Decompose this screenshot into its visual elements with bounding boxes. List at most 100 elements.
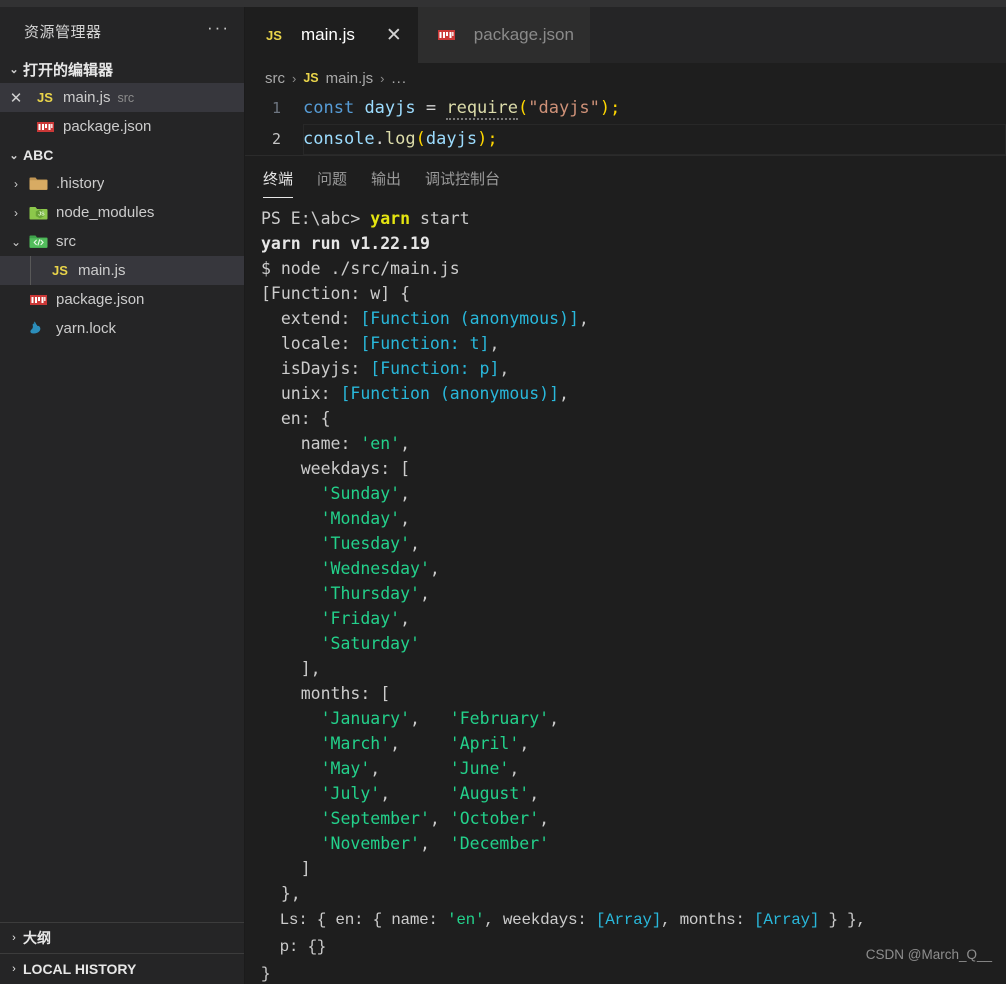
token-paren: ) xyxy=(599,98,611,118)
terminal-comma: , xyxy=(370,759,381,778)
yarn-lock-icon xyxy=(27,320,49,337)
terminal-month-item: 'December' xyxy=(449,834,550,853)
breadcrumb-folder[interactable]: src xyxy=(265,70,285,87)
breadcrumb-symbols[interactable]: ... xyxy=(392,70,408,87)
code-line-content: console.log(dayjs); xyxy=(303,124,498,155)
folder-node-modules-icon: JS xyxy=(27,205,49,221)
token-paren: ( xyxy=(415,129,426,149)
terminal-key-en: en: { xyxy=(261,409,331,428)
tab-output[interactable]: 输出 xyxy=(371,168,401,198)
open-editor-item-package-json[interactable]: package.json xyxy=(0,112,244,141)
token-object: console xyxy=(303,129,375,149)
tab-package-json[interactable]: package.json xyxy=(417,7,590,63)
terminal-en-close: }, xyxy=(261,884,301,903)
tree-item-package-json[interactable]: package.json xyxy=(0,285,244,314)
token-keyword: const xyxy=(303,98,355,118)
section-outline[interactable]: › 大纲 xyxy=(0,922,244,953)
terminal-ls-array: [Array] xyxy=(754,911,820,929)
token-paren: ( xyxy=(518,98,529,118)
terminal-ls-prefix: Ls: { en: { name: xyxy=(261,911,448,929)
tab-debug-console[interactable]: 调试控制台 xyxy=(425,168,500,198)
terminal-comma: , xyxy=(429,809,440,828)
npm-file-icon xyxy=(34,121,56,132)
token-function: require xyxy=(446,98,518,120)
terminal-weekdays-close: ], xyxy=(261,659,321,678)
terminal-weekday-item: 'Thursday' xyxy=(320,584,420,603)
token-argument: dayjs xyxy=(425,129,478,149)
terminal-weekday-item: 'Saturday' xyxy=(320,634,420,653)
terminal-weekday-item: 'Friday' xyxy=(320,609,401,628)
section-local-history[interactable]: › LOCAL HISTORY xyxy=(0,953,244,984)
terminal-month-item: 'April' xyxy=(449,734,520,753)
terminal-ls-array: [Array] xyxy=(595,911,662,929)
title-bar-strip xyxy=(0,0,1006,7)
terminal-weekday-item: 'Wednesday' xyxy=(320,559,430,578)
tab-label: main.js xyxy=(301,25,355,44)
close-icon[interactable]: ✕ xyxy=(5,89,27,107)
terminal-key-months: months: [ xyxy=(261,684,391,703)
terminal-key-unix: unix: xyxy=(261,384,341,403)
js-file-icon: JS xyxy=(266,27,282,43)
terminal-close-brace: } xyxy=(261,965,271,983)
terminal-value-locale: [Function: t] xyxy=(360,334,490,353)
section-workspace-abc[interactable]: ⌄ ABC xyxy=(0,141,244,169)
explorer-title-row: 资源管理器 ··· xyxy=(0,7,244,55)
token-semicolon: ; xyxy=(487,129,498,149)
breadcrumb-file[interactable]: main.js xyxy=(326,70,374,87)
terminal-months-close: ] xyxy=(261,859,311,878)
terminal-comma: , xyxy=(529,784,540,803)
terminal-comma: , xyxy=(419,834,430,853)
tree-item-main-js[interactable]: JS main.js xyxy=(0,256,244,285)
token-semicolon: ; xyxy=(610,98,621,118)
terminal-month-item: 'September' xyxy=(320,809,430,828)
tree-item-yarn-lock[interactable]: yarn.lock xyxy=(0,314,244,343)
terminal-comma: , xyxy=(539,809,550,828)
terminal-comma: , xyxy=(410,709,420,728)
terminal-output[interactable]: PS E:\abc> yarn start yarn run v1.22.19 … xyxy=(245,200,1006,984)
terminal-ls-suffix: } }, xyxy=(819,911,866,929)
terminal-month-item: 'May' xyxy=(320,759,371,778)
breadcrumb: src › JS main.js › ... xyxy=(245,63,1006,93)
terminal-month-item: 'January' xyxy=(320,709,411,728)
token-variable: dayjs xyxy=(364,98,416,118)
code-editor[interactable]: 1 const dayjs = require("dayjs"); 2 cons… xyxy=(245,93,1006,155)
section-workspace-label: ABC xyxy=(23,147,54,163)
editor-tab-bar: JS main.js ✕ package.json xyxy=(245,7,1006,63)
tab-terminal[interactable]: 终端 xyxy=(263,168,294,198)
terminal-weekday-item: 'Sunday' xyxy=(320,484,401,503)
section-local-history-label: LOCAL HISTORY xyxy=(23,961,137,977)
chevron-right-icon: › xyxy=(14,205,18,220)
chevron-right-icon: › xyxy=(14,176,18,191)
code-line-2: 2 console.log(dayjs); xyxy=(245,124,1006,155)
terminal-comma: , xyxy=(519,734,530,753)
terminal-prompt: PS E:\abc> xyxy=(261,209,371,228)
terminal-key-name: name: xyxy=(261,434,361,453)
open-editor-item-main-js[interactable]: ✕ JS main.js src xyxy=(0,83,244,112)
tab-main-js[interactable]: JS main.js ✕ xyxy=(245,7,418,63)
tree-item-src[interactable]: ⌄ src xyxy=(0,227,244,256)
chevron-right-icon: › xyxy=(12,963,16,975)
tree-item-label: main.js xyxy=(78,262,126,279)
tree-item-history[interactable]: › .history xyxy=(0,169,244,198)
close-icon[interactable]: ✕ xyxy=(386,26,402,45)
token-method: log xyxy=(384,129,416,149)
terminal-command: yarn xyxy=(370,209,411,228)
more-actions-icon[interactable]: ··· xyxy=(207,19,230,39)
section-open-editors[interactable]: ⌄ 打开的编辑器 xyxy=(0,55,244,83)
section-open-editors-label: 打开的编辑器 xyxy=(23,61,114,79)
folder-history-icon xyxy=(27,176,49,191)
terminal-value-isdayjs: [Function: p] xyxy=(370,359,500,378)
tree-item-node-modules[interactable]: › JS node_modules xyxy=(0,198,244,227)
tree-item-label: node_modules xyxy=(56,204,155,221)
breadcrumb-separator-icon: › xyxy=(292,70,297,86)
terminal-p-line: p: {} xyxy=(261,938,327,956)
js-file-icon: JS xyxy=(303,71,319,85)
chevron-right-icon: › xyxy=(12,932,16,944)
terminal-line-node: $ node ./src/main.js xyxy=(261,259,460,278)
terminal-value-unix: [Function (anonymous)] xyxy=(340,384,560,403)
js-file-icon: JS xyxy=(37,90,53,105)
tab-problems[interactable]: 问题 xyxy=(317,168,347,198)
terminal-month-item: 'July' xyxy=(320,784,381,803)
